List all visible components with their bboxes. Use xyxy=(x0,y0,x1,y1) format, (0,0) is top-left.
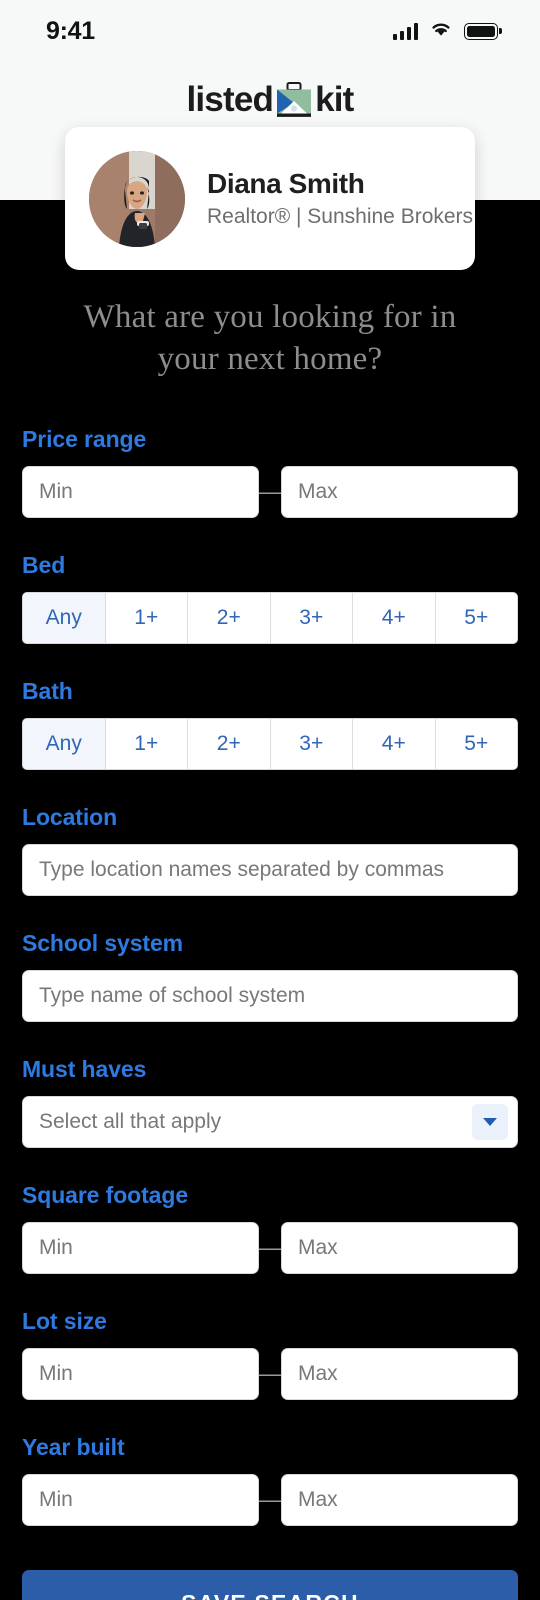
field-square-footage: Square footage Min — Max xyxy=(22,1182,518,1275)
label-bed: Bed xyxy=(22,552,66,579)
label-price-range: Price range xyxy=(22,426,147,453)
bath-option-5plus[interactable]: 5+ xyxy=(435,719,517,770)
status-bar-time: 9:41 xyxy=(46,16,95,45)
year-built-row: Min — Max xyxy=(22,1474,518,1527)
field-year-built: Year built Min — Max xyxy=(22,1434,518,1527)
lot-size-row: Min — Max xyxy=(22,1348,518,1401)
bed-option-1plus[interactable]: 1+ xyxy=(105,593,188,644)
profile-name: Diana Smith xyxy=(207,168,365,199)
label-lot-size: Lot size xyxy=(22,1308,107,1335)
price-range-row: Min — Max xyxy=(22,466,518,519)
chevron-down-icon[interactable] xyxy=(472,1104,508,1141)
bath-option-1plus[interactable]: 1+ xyxy=(105,719,188,770)
field-must-haves: Must haves Select all that apply xyxy=(22,1056,518,1149)
label-location: Location xyxy=(22,804,118,831)
status-bar-icons xyxy=(392,20,498,43)
label-school-system: School system xyxy=(22,930,184,957)
bath-option-any[interactable]: Any xyxy=(23,719,106,770)
label-square-footage: Square footage xyxy=(22,1182,189,1209)
bath-segmented-control[interactable]: Any 1+ 2+ 3+ 4+ 5+ xyxy=(22,718,518,771)
year-built-separator: — xyxy=(259,1487,281,1513)
bed-option-3plus[interactable]: 3+ xyxy=(270,593,353,644)
square-footage-min-input[interactable]: Min xyxy=(22,1222,259,1275)
must-haves-select[interactable]: Select all that apply xyxy=(22,1096,518,1149)
field-location: Location Type location names separated b… xyxy=(22,804,518,897)
lot-size-max-input[interactable]: Max xyxy=(281,1348,518,1401)
avatar xyxy=(89,150,185,247)
bed-segmented-control[interactable]: Any 1+ 2+ 3+ 4+ 5+ xyxy=(22,592,518,645)
price-min-input[interactable]: Min xyxy=(22,466,259,519)
briefcase-house-icon xyxy=(274,81,314,119)
bed-option-2plus[interactable]: 2+ xyxy=(188,593,271,644)
price-max-input[interactable]: Max xyxy=(281,466,518,519)
profile-role: Realtor® | Sunshine Brokers xyxy=(207,205,474,228)
lot-size-separator: — xyxy=(259,1361,281,1387)
listedkit-logo: listed kit xyxy=(186,80,354,120)
bath-option-3plus[interactable]: 3+ xyxy=(270,719,353,770)
logo-text-right: kit xyxy=(315,80,354,119)
bath-option-4plus[interactable]: 4+ xyxy=(353,719,436,770)
location-input[interactable]: Type location names separated by commas xyxy=(22,844,518,897)
profile-text: Diana Smith Realtor® | Sunshine Brokers xyxy=(207,168,474,229)
bath-option-2plus[interactable]: 2+ xyxy=(188,719,271,770)
price-range-separator: — xyxy=(259,479,281,505)
battery-full-icon xyxy=(464,22,498,40)
cellular-signal-icon xyxy=(392,22,418,40)
field-lot-size: Lot size Min — Max xyxy=(22,1308,518,1401)
bed-option-4plus[interactable]: 4+ xyxy=(353,593,436,644)
logo-text-left: listed xyxy=(186,80,274,119)
square-footage-max-input[interactable]: Max xyxy=(281,1222,518,1275)
label-must-haves: Must haves xyxy=(22,1056,147,1083)
square-footage-separator: — xyxy=(259,1235,281,1261)
status-bar: 9:41 xyxy=(0,0,540,62)
school-system-input[interactable]: Type name of school system xyxy=(22,970,518,1023)
search-form: What are you looking for in your next ho… xyxy=(0,200,540,1600)
wifi-icon xyxy=(429,20,453,43)
year-built-min-input[interactable]: Min xyxy=(22,1474,259,1527)
label-bath: Bath xyxy=(22,678,73,705)
mobile-screen: 9:41 listed kit Diana Smith Realtor® | S… xyxy=(0,0,540,1600)
must-haves-placeholder: Select all that apply xyxy=(39,1110,222,1134)
field-school-system: School system Type name of school system xyxy=(22,930,518,1023)
label-year-built: Year built xyxy=(22,1434,125,1461)
year-built-max-input[interactable]: Max xyxy=(281,1474,518,1527)
square-footage-row: Min — Max xyxy=(22,1222,518,1275)
field-bed: Bed Any 1+ 2+ 3+ 4+ 5+ xyxy=(22,552,518,645)
agent-profile-card[interactable]: Diana Smith Realtor® | Sunshine Brokers xyxy=(65,127,475,270)
lot-size-min-input[interactable]: Min xyxy=(22,1348,259,1401)
save-search-button[interactable]: SAVE SEARCH xyxy=(22,1570,518,1600)
bed-option-5plus[interactable]: 5+ xyxy=(435,593,517,644)
field-price-range: Price range Min — Max xyxy=(22,426,518,519)
field-bath: Bath Any 1+ 2+ 3+ 4+ 5+ xyxy=(22,678,518,771)
bed-option-any[interactable]: Any xyxy=(23,593,106,644)
